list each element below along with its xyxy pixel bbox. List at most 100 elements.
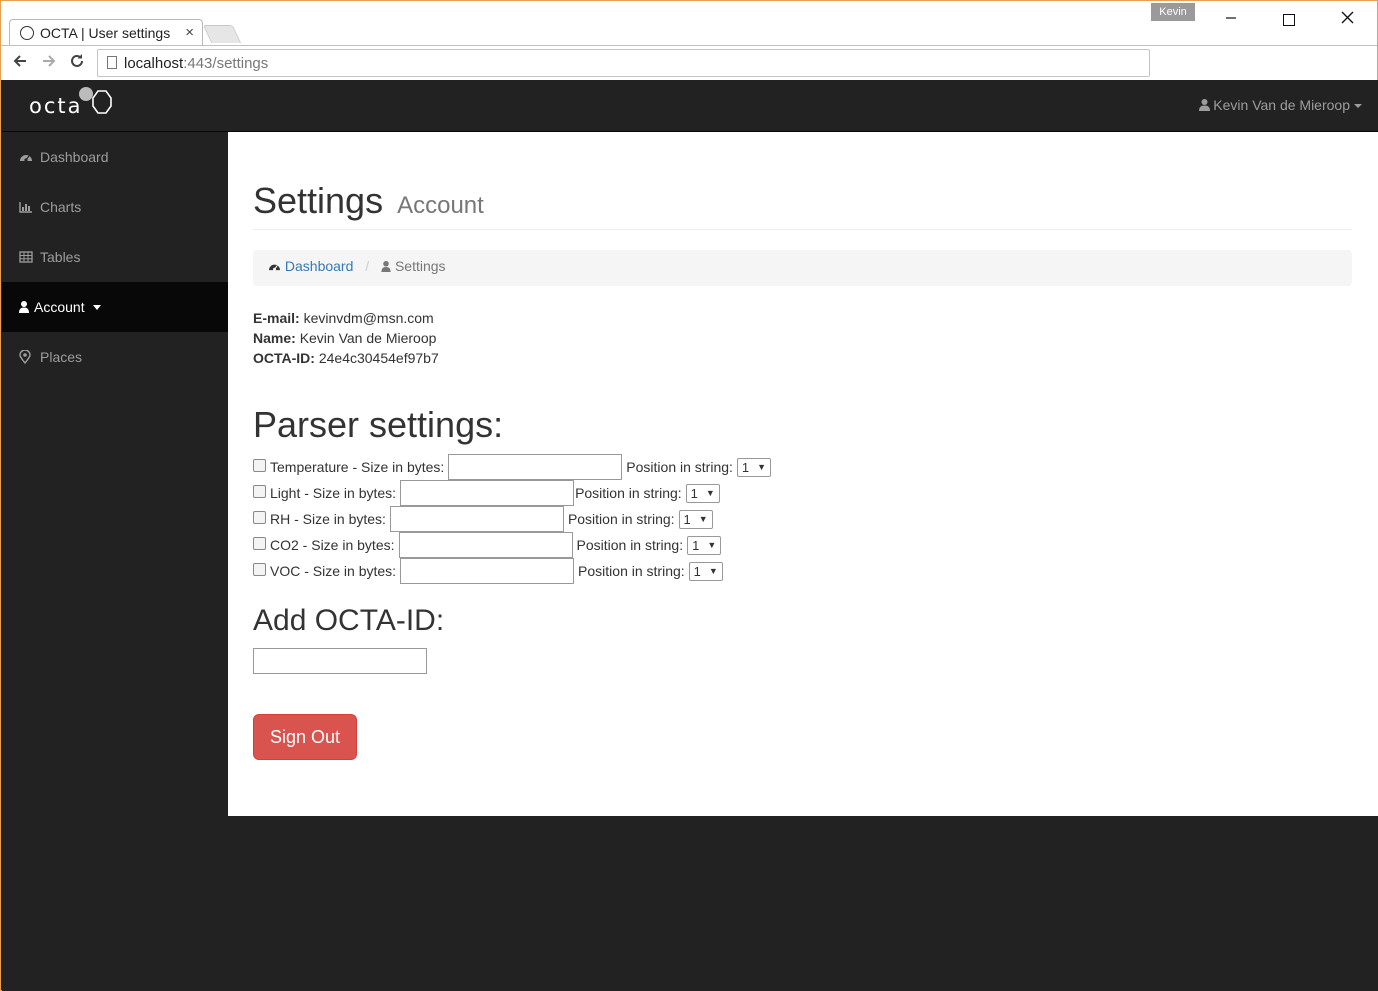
- app: octa Kevin Van de Mieroop Dashboard Char…: [2, 80, 1378, 991]
- position-label: Position in string:: [567, 511, 675, 527]
- parser-row-label: CO2 - Size in bytes:: [270, 537, 395, 553]
- octa-favicon-icon: [20, 26, 34, 40]
- arrow-left-icon: [13, 55, 26, 67]
- rh-position-select[interactable]: 1 ▼: [678, 509, 713, 529]
- title-bar: OCTA | User settings × Kevin: [1, 1, 1377, 45]
- light-position-select[interactable]: 1 ▼: [685, 483, 720, 503]
- parser-row-label: Light - Size in bytes:: [270, 485, 397, 501]
- voc-checkbox[interactable]: [253, 562, 266, 576]
- parser-settings-heading: Parser settings:: [253, 404, 504, 445]
- browser-tab[interactable]: OCTA | User settings ×: [9, 19, 203, 45]
- sidebar-item-label: Tables: [40, 249, 81, 265]
- co2-size-input[interactable]: [398, 532, 573, 558]
- browser-window: OCTA | User settings × Kevin localhost:4…: [0, 0, 1378, 991]
- temperature-size-input[interactable]: [448, 454, 623, 480]
- reload-button[interactable]: [65, 52, 89, 76]
- map-marker-icon: [19, 350, 35, 364]
- position-label: Position in string:: [576, 537, 684, 553]
- select-arrow-icon: ▼: [705, 488, 715, 498]
- co2-position-select[interactable]: 1 ▼: [687, 535, 722, 555]
- select-arrow-icon: ▼: [707, 540, 717, 550]
- voc-size-input[interactable]: [400, 558, 575, 584]
- browser-toolbar: localhost:443/settings: [1, 45, 1377, 80]
- breadcrumb-current: Settings: [394, 258, 446, 274]
- page-header: Settings Account: [253, 180, 1352, 230]
- name-row: Name: Kevin Van de Mieroop: [253, 330, 437, 346]
- url-text: localhost:443/settings: [124, 55, 269, 72]
- page-title: Settings Account: [253, 180, 484, 221]
- user-icon: [19, 301, 31, 313]
- select-arrow-icon: ▼: [698, 514, 708, 524]
- account-info: E-mail: kevinvdm@msn.com Name: Kevin Van…: [253, 308, 439, 368]
- breadcrumb-separator: /: [365, 258, 370, 274]
- tab-close-icon[interactable]: ×: [185, 24, 194, 41]
- rh-size-input[interactable]: [389, 506, 564, 532]
- temperature-position-select[interactable]: 1 ▼: [736, 457, 772, 477]
- sidebar-item-charts[interactable]: Charts: [2, 182, 228, 232]
- arrow-right-icon: [43, 55, 56, 67]
- parser-row-rh: RH - Size in bytes: Position in string: …: [253, 506, 713, 532]
- parser-row-temperature: Temperature - Size in bytes: Position in…: [253, 454, 772, 480]
- octa-id-value: 24e4c30454ef97b7: [318, 350, 439, 366]
- address-bar[interactable]: localhost:443/settings: [97, 49, 1150, 77]
- parser-row-label: Temperature - Size in bytes:: [270, 459, 445, 475]
- minimize-button[interactable]: [1208, 7, 1254, 33]
- sign-out-button[interactable]: Sign Out: [253, 714, 357, 760]
- light-checkbox[interactable]: [253, 484, 266, 498]
- main-content: Settings Account Dashboard / Settings E-…: [228, 132, 1378, 816]
- sidebar-item-tables[interactable]: Tables: [2, 232, 228, 282]
- octa-id-input[interactable]: [253, 648, 427, 674]
- breadcrumb: Dashboard / Settings: [253, 250, 1352, 286]
- user-name: Kevin Van de Mieroop: [1213, 97, 1350, 113]
- user-menu[interactable]: Kevin Van de Mieroop: [1199, 97, 1362, 113]
- octa-logo-icon: [79, 87, 112, 114]
- co2-checkbox[interactable]: [253, 536, 266, 550]
- sidebar-item-label: Account: [34, 299, 85, 315]
- position-label: Position in string:: [578, 563, 685, 579]
- temperature-checkbox[interactable]: [253, 458, 266, 472]
- bar-chart-icon: [19, 201, 35, 213]
- email-row: E-mail: kevinvdm@msn.com: [253, 310, 434, 326]
- sidebar-item-label: Places: [40, 349, 83, 365]
- select-arrow-icon: ▼: [757, 462, 767, 472]
- parser-row-voc: VOC - Size in bytes: Position in string:…: [253, 558, 723, 584]
- parser-row-label: RH - Size in bytes:: [270, 511, 386, 527]
- voc-position-select[interactable]: 1 ▼: [688, 561, 723, 581]
- table-icon: [19, 251, 35, 263]
- caret-down-icon: [92, 304, 101, 310]
- forward-button[interactable]: [37, 52, 61, 76]
- position-label: Position in string:: [626, 459, 733, 475]
- minimize-icon: [1226, 17, 1236, 19]
- sidebar-item-places[interactable]: Places: [2, 332, 228, 382]
- reload-icon: [71, 54, 83, 67]
- page-icon: [107, 56, 117, 69]
- octa-id-row: OCTA-ID: 24e4c30454ef97b7: [253, 350, 439, 366]
- rh-checkbox[interactable]: [253, 510, 266, 524]
- sidebar-item-account[interactable]: Account: [2, 282, 228, 332]
- light-size-input[interactable]: [400, 480, 575, 506]
- dashboard-icon: [269, 264, 280, 271]
- tab-title: OCTA | User settings: [40, 25, 171, 41]
- breadcrumb-dashboard-link[interactable]: Dashboard: [285, 258, 354, 274]
- select-arrow-icon: ▼: [708, 566, 718, 576]
- top-navbar: octa Kevin Van de Mieroop: [2, 80, 1378, 132]
- close-icon: [1341, 11, 1353, 24]
- close-window-button[interactable]: [1324, 7, 1370, 33]
- page-subtitle: Account: [397, 192, 484, 219]
- caret-down-icon: [1354, 104, 1362, 109]
- position-label: Position in string:: [575, 485, 682, 501]
- brand-logo[interactable]: octa: [29, 94, 83, 118]
- dashboard-icon: [19, 151, 35, 163]
- user-icon: [1199, 99, 1211, 111]
- parser-row-co2: CO2 - Size in bytes: Position in string:…: [253, 532, 722, 558]
- maximize-button[interactable]: [1266, 7, 1312, 33]
- new-tab-button[interactable]: [202, 25, 242, 43]
- back-button[interactable]: [8, 52, 32, 76]
- sidebar-item-dashboard[interactable]: Dashboard: [2, 132, 228, 182]
- parser-row-label: VOC - Size in bytes:: [270, 563, 397, 579]
- user-icon: [381, 261, 391, 272]
- add-octa-id-heading: Add OCTA-ID:: [253, 604, 445, 637]
- sidebar-item-label: Charts: [40, 199, 82, 215]
- profile-badge[interactable]: Kevin: [1151, 3, 1195, 21]
- name-value: Kevin Van de Mieroop: [299, 330, 437, 346]
